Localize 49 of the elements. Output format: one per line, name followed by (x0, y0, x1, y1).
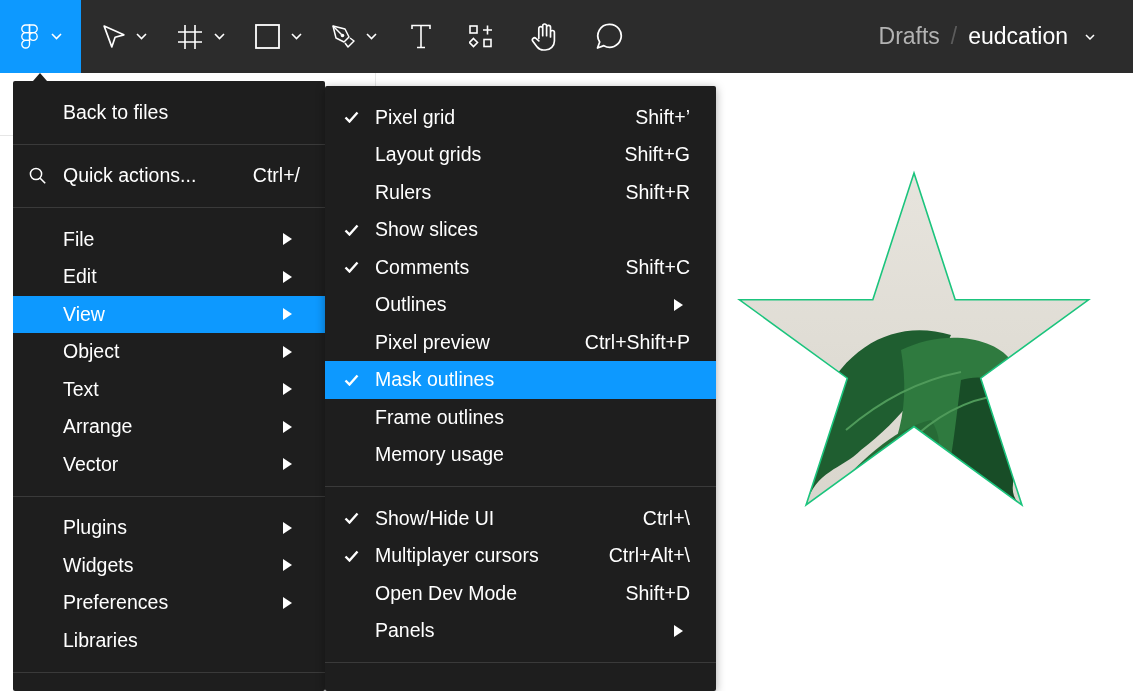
menu-item[interactable]: Text (13, 370, 325, 408)
keyboard-shortcut: Shift+’ (635, 105, 690, 129)
keyboard-shortcut: Shift+G (624, 143, 690, 167)
menu-item[interactable]: Open Dev Mode Shift+D (325, 574, 716, 612)
menu-item[interactable]: File (13, 220, 325, 258)
keyboard-shortcut: Shift+D (625, 581, 690, 605)
menu-item[interactable]: Edit (13, 258, 325, 296)
keyboard-shortcut: Shift+R (625, 180, 690, 204)
menu-item[interactable]: Pixel preview Ctrl+Shift+P (325, 323, 716, 361)
hand-icon (531, 21, 557, 52)
caret-icon (51, 33, 62, 40)
menu-item[interactable]: Outlines (325, 286, 716, 324)
cursor-arrow-icon (103, 25, 125, 48)
menu-item[interactable]: Show slices (325, 211, 716, 249)
menu-item[interactable]: Layout grids Shift+G (325, 136, 716, 174)
menu-item[interactable]: Comments Shift+C (325, 248, 716, 286)
menu-item[interactable]: Pixel grid Shift+’ (325, 98, 716, 136)
menu-item[interactable]: Plugins (13, 509, 325, 547)
keyboard-shortcut: Ctrl+Shift+P (584, 330, 690, 354)
menu-item[interactable]: Preferences (13, 584, 325, 622)
menu-item[interactable]: Show/Hide UI Ctrl+\ (325, 499, 716, 537)
keyboard-shortcut: Ctrl+/ (252, 164, 300, 188)
text-tool-icon (411, 24, 431, 49)
speech-bubble-icon (595, 23, 623, 50)
menu-item[interactable]: Back to files (13, 93, 325, 131)
menu-item[interactable]: Memory usage (325, 436, 716, 474)
menu-item[interactable]: Object (13, 333, 325, 371)
file-name-button[interactable]: eudcation (968, 23, 1095, 50)
menu-item[interactable]: Frame outlines (325, 398, 716, 436)
pen-nib-icon (332, 25, 355, 48)
menu-item[interactable]: Widgets (13, 546, 325, 584)
hash-icon (177, 23, 203, 50)
keyboard-shortcut: Shift+C (625, 255, 690, 279)
path-separator: / (950, 23, 958, 50)
caret-icon (1085, 33, 1095, 40)
menu-item[interactable]: Quick actions... Ctrl+/ (13, 157, 325, 195)
menu-item[interactable]: Multiplayer cursors Ctrl+Alt+\ (325, 537, 716, 575)
menu-item[interactable]: Arrange (13, 408, 325, 446)
logo-icon (21, 24, 38, 49)
keyboard-shortcut: Ctrl+Alt+\ (608, 544, 690, 568)
menu-item[interactable]: Vector (13, 445, 325, 483)
shapes-icon (469, 24, 493, 49)
search-icon (29, 167, 46, 185)
menu-item[interactable]: Libraries (13, 621, 325, 659)
keyboard-shortcut: Ctrl+\ (642, 506, 690, 530)
square-icon (255, 24, 280, 49)
menu-item[interactable]: Panels (325, 612, 716, 650)
folder-link[interactable]: Drafts (878, 23, 940, 50)
menu-item[interactable]: Rulers Shift+R (325, 173, 716, 211)
